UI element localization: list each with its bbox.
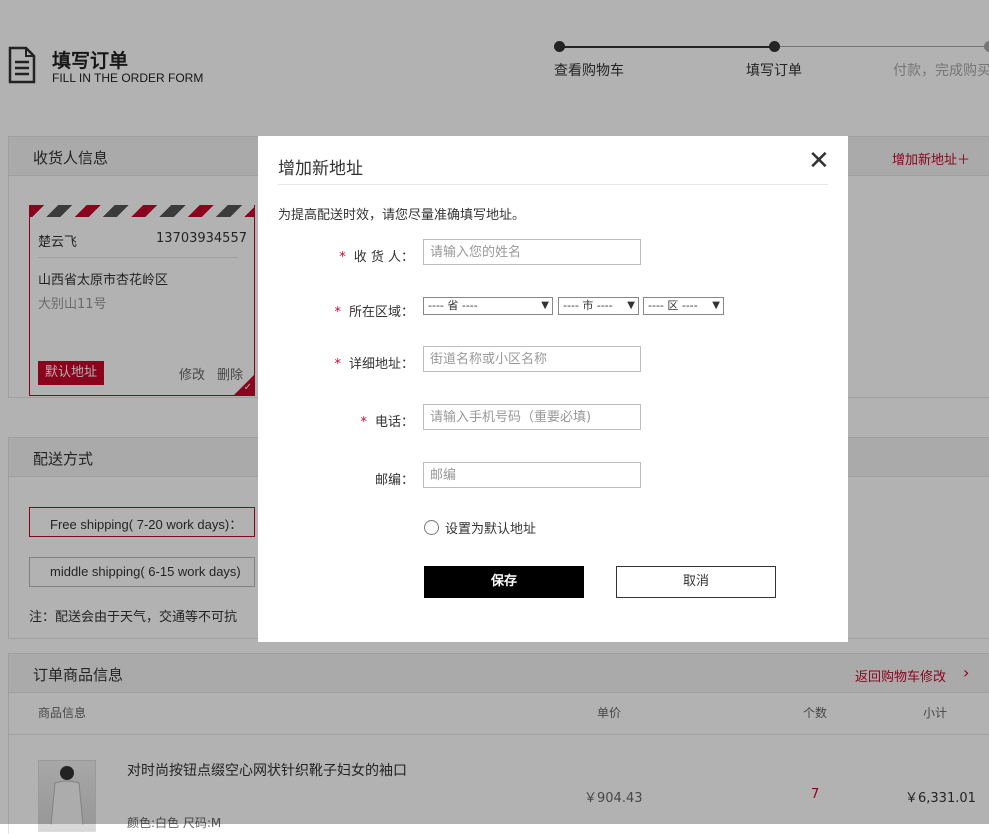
province-select-value: ---- 省 ---- [428, 299, 478, 312]
default-address-label[interactable]: 设置为默认地址 [445, 518, 536, 537]
required-marker: * [334, 305, 341, 320]
address-label: 详细地址： [348, 357, 414, 372]
region-label-row: * 所在区域： [264, 301, 414, 320]
region-label: 所在区域： [348, 305, 414, 320]
zip-label: 邮编： [374, 473, 414, 488]
phone-input[interactable] [423, 404, 641, 430]
city-select[interactable]: ---- 市 ---- ▼ [558, 297, 639, 315]
add-address-modal: 增加新地址 ✕ 为提高配送时效，请您尽量准确填写地址。 * 收 货 人： * 所在区… [258, 136, 848, 642]
save-button[interactable]: 保存 [424, 566, 584, 598]
phone-label: 电话： [374, 415, 414, 430]
province-select[interactable]: ---- 省 ---- ▼ [423, 297, 553, 315]
cancel-button[interactable]: 取消 [616, 566, 776, 598]
required-marker: * [339, 250, 346, 265]
close-icon[interactable]: ✕ [808, 148, 830, 174]
modal-note: 为提高配送时效，请您尽量准确填写地址。 [278, 208, 526, 223]
required-marker: * [360, 415, 367, 430]
dropdown-arrow-icon: ▼ [627, 300, 635, 311]
name-input[interactable] [423, 239, 641, 265]
dropdown-arrow-icon: ▼ [712, 300, 720, 311]
modal-divider [278, 184, 828, 185]
name-label: 收 货 人： [353, 250, 414, 265]
address-input[interactable] [423, 346, 641, 372]
address-label-row: * 详细地址： [264, 353, 414, 372]
modal-title: 增加新地址 [278, 159, 363, 179]
zip-label-row: 邮编： [264, 469, 414, 488]
city-select-value: ---- 市 ---- [563, 299, 613, 312]
district-select-value: ---- 区 ---- [648, 299, 698, 312]
phone-label-row: * 电话： [264, 411, 414, 430]
dropdown-arrow-icon: ▼ [541, 300, 549, 311]
required-marker: * [334, 357, 341, 372]
district-select[interactable]: ---- 区 ---- ▼ [643, 297, 724, 315]
zip-input[interactable] [423, 462, 641, 488]
default-address-radio[interactable] [424, 520, 439, 535]
name-label-row: * 收 货 人： [264, 246, 414, 265]
